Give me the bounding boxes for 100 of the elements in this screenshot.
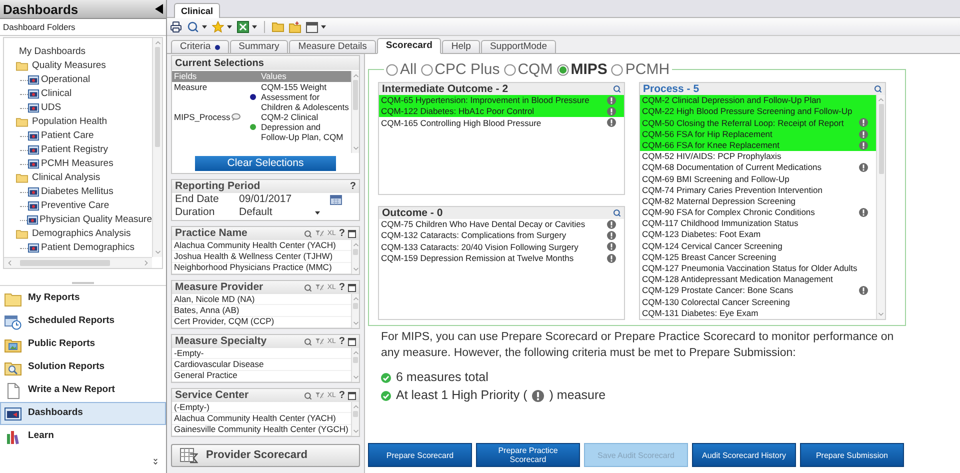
scroll-thumb[interactable] xyxy=(20,260,110,266)
search-icon[interactable] xyxy=(613,209,621,217)
list-item[interactable]: Cardiovascular Disease xyxy=(172,359,351,371)
scroll-thumb[interactable] xyxy=(353,357,358,363)
search-icon[interactable] xyxy=(613,85,621,93)
caret-icon[interactable] xyxy=(321,24,326,28)
list-item[interactable]: Joshua Health & Wellness Center (TJHW) xyxy=(172,251,351,263)
folder-icon[interactable] xyxy=(272,21,284,32)
filter-icon[interactable] xyxy=(315,284,324,291)
view-tab[interactable]: Measure Details xyxy=(289,40,376,54)
radio-icon[interactable] xyxy=(420,64,433,76)
list-item[interactable]: -Empty- xyxy=(172,348,351,360)
radio-option[interactable]: All xyxy=(386,62,417,77)
radio-icon[interactable] xyxy=(611,64,624,76)
action-button[interactable]: Prepare Scorecard xyxy=(368,443,472,467)
lasso-icon[interactable] xyxy=(231,113,241,121)
tree-item[interactable]: Clinical xyxy=(4,87,152,101)
tree-item[interactable]: My Dashboards xyxy=(4,45,152,59)
sidebar-nav-item[interactable]: Write a New Report xyxy=(0,379,166,402)
search-icon[interactable] xyxy=(304,230,312,238)
measure-row[interactable]: CQM-125 Breast Cancer Screening xyxy=(640,252,876,263)
list-item[interactable]: Alachua Community Health Center (YACH) xyxy=(172,413,351,425)
caret-icon[interactable] xyxy=(252,24,257,28)
filter-icon[interactable] xyxy=(315,392,324,399)
tree-item[interactable]: Quality Measures xyxy=(4,59,152,73)
filter-icon[interactable] xyxy=(315,230,324,237)
scrollbar[interactable] xyxy=(152,38,162,257)
scroll-up-icon[interactable] xyxy=(154,40,160,45)
view-tab[interactable]: Criteria xyxy=(171,40,229,54)
sidebar-nav-item[interactable]: My Reports xyxy=(0,287,166,310)
tree-item[interactable]: Patient Registry xyxy=(4,143,152,157)
scroll-up-icon[interactable] xyxy=(352,404,358,409)
measure-row[interactable]: CQM-65 Hypertension: Improvement in Blood Pressure xyxy=(379,95,624,106)
measure-row[interactable]: CQM-68 Documentation of Current Medications xyxy=(640,162,876,174)
radio-icon[interactable] xyxy=(504,64,516,76)
radio-option[interactable]: CPC Plus xyxy=(420,62,500,77)
measure-row[interactable]: CQM-132 Cataracts: Complications from Surgery xyxy=(379,230,624,242)
measure-row[interactable]: CQM-130 Colorectal Cancer Screening xyxy=(640,296,876,308)
provider-scorecard-button[interactable]: Provider Scorecard xyxy=(171,444,360,467)
list-item[interactable]: (-Empty-) xyxy=(172,402,351,414)
search-icon[interactable] xyxy=(304,284,312,292)
scroll-up-icon[interactable] xyxy=(352,296,358,301)
sidebar-nav-item[interactable]: Solution Reports xyxy=(0,356,166,379)
tree-item[interactable]: Demographics Analysis xyxy=(4,227,152,241)
calendar-icon[interactable] xyxy=(330,194,342,204)
measure-row[interactable]: CQM-22 High Blood Pressure Screening and Follow-Up xyxy=(640,106,876,118)
measure-row[interactable]: CQM-69 BMI Screening and Follow-Up xyxy=(640,173,876,184)
list-item[interactable]: Alachua Community Health Center (YACH) xyxy=(172,240,351,252)
scroll-thumb[interactable] xyxy=(353,303,358,309)
scroll-down-icon[interactable] xyxy=(352,267,358,272)
caret-icon[interactable] xyxy=(227,24,232,28)
tree-item[interactable]: Preventive Care xyxy=(4,199,152,213)
new-folder-icon[interactable] xyxy=(289,20,301,32)
window-icon[interactable] xyxy=(348,338,356,346)
action-button[interactable]: Audit Scorecard History xyxy=(692,443,796,467)
spreadsheet-icon[interactable] xyxy=(237,20,249,32)
measure-row[interactable]: CQM-66 FSA for Knee Replacement xyxy=(640,140,876,151)
print-icon[interactable] xyxy=(170,20,182,32)
list-item[interactable]: General Practice xyxy=(172,370,351,382)
scroll-thumb[interactable] xyxy=(155,47,160,147)
scroll-left-icon[interactable] xyxy=(7,260,12,266)
tree-item[interactable]: Population Health xyxy=(4,115,152,129)
filter-icon[interactable] xyxy=(315,338,324,345)
scroll-thumb[interactable] xyxy=(353,411,358,417)
date-field[interactable]: 09/01/2017 xyxy=(239,194,330,205)
measure-row[interactable]: CQM-123 Diabetes: Foot Exam xyxy=(640,229,876,240)
view-tab[interactable]: Summary xyxy=(230,40,288,54)
help-button[interactable]: ? xyxy=(338,228,345,238)
scrollbar[interactable] xyxy=(351,240,359,274)
scrollbar[interactable] xyxy=(351,402,359,436)
list-item[interactable]: Neighborhood Physicians Practice (MMC) xyxy=(172,262,351,274)
window-icon[interactable] xyxy=(348,284,356,292)
measure-row[interactable]: CQM-50 Closing the Referral Loop: Receipt of Report xyxy=(640,117,876,129)
chevrons-down-icon[interactable] xyxy=(153,458,158,465)
scroll-down-icon[interactable] xyxy=(154,250,160,255)
search-icon[interactable] xyxy=(874,85,882,93)
clear-selections-button[interactable]: Clear Selections xyxy=(195,156,336,171)
help-button[interactable]: ? xyxy=(350,182,356,192)
search-icon[interactable] xyxy=(304,338,312,346)
search-icon[interactable] xyxy=(304,392,312,400)
action-button[interactable]: Prepare Practice Scorecard xyxy=(476,443,580,467)
window-icon[interactable] xyxy=(348,392,356,400)
help-button[interactable]: ? xyxy=(338,390,345,400)
radio-option[interactable]: PCMH xyxy=(611,62,670,77)
measure-row[interactable]: CQM-124 Cervical Cancer Screening xyxy=(640,240,876,252)
list-item[interactable]: Gainesville Community Health Center (YGCH) xyxy=(172,424,351,436)
window-icon[interactable] xyxy=(348,230,356,238)
scroll-down-icon[interactable] xyxy=(878,312,884,317)
action-button[interactable]: Prepare Submission xyxy=(800,443,904,467)
sidebar-nav-item[interactable]: Learn xyxy=(0,425,166,448)
view-tab[interactable]: SupportMode xyxy=(480,40,556,54)
sidebar-nav-item[interactable]: Public Reports xyxy=(0,333,166,356)
tree-item[interactable]: Patient Care xyxy=(4,129,152,143)
measure-row[interactable]: CQM-129 Prostate Cancer: Bone Scans xyxy=(640,285,876,296)
tree-item[interactable]: UDS xyxy=(4,101,152,115)
sidebar-nav-item[interactable]: Dashboards xyxy=(0,402,166,425)
scroll-down-icon[interactable] xyxy=(352,429,358,434)
scroll-down-icon[interactable] xyxy=(352,375,358,380)
star-icon[interactable] xyxy=(212,20,224,32)
tree-item[interactable]: Operational xyxy=(4,73,152,87)
